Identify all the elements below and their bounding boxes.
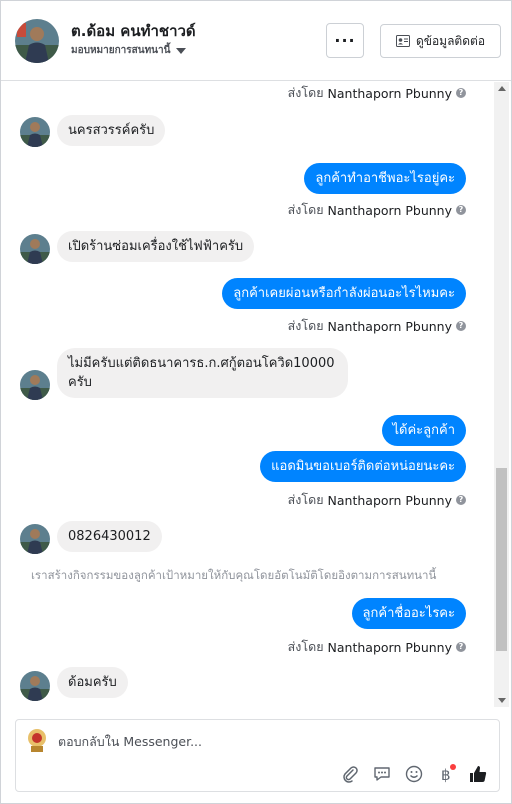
incoming-message[interactable]: นครสวรรค์ครับ: [57, 115, 166, 146]
message-list: ส่งโดย Nanthaporn Pbunny ? นครสวรรค์ครับ…: [1, 82, 493, 707]
help-icon[interactable]: ?: [456, 205, 466, 215]
message-list-scrollbar[interactable]: [494, 82, 509, 707]
view-contact-info-button[interactable]: ดูข้อมูลติดต่อ: [380, 24, 501, 58]
contact-avatar-small: [20, 524, 50, 554]
contact-avatar-small: [20, 234, 50, 264]
help-icon[interactable]: ?: [456, 321, 466, 331]
sender-name[interactable]: Nanthaporn Pbunny: [328, 493, 452, 508]
conversation-header: ต.ด้อม คนทำชาวด์ มอบหมายการสนทนานี้ ··· …: [1, 1, 511, 81]
sent-by-line: ส่งโดย Nanthaporn Pbunny ?: [288, 316, 466, 336]
sender-name[interactable]: Nanthaporn Pbunny: [328, 640, 452, 655]
more-options-button[interactable]: ···: [326, 23, 364, 58]
scroll-thumb[interactable]: [496, 468, 507, 651]
sent-by-prefix: ส่งโดย: [287, 492, 324, 507]
contact-avatar-small: [20, 370, 50, 400]
scroll-up-arrow-icon[interactable]: [498, 86, 506, 91]
system-note: เราสร้างกิจกรรมของลูกค้าเป้าหมายให้กับคุ…: [31, 568, 437, 582]
outgoing-message[interactable]: แอดมินขอเบอร์ติดต่อหน่อยนะคะ: [260, 451, 466, 482]
help-icon[interactable]: ?: [456, 495, 466, 505]
contact-name: ต.ด้อม คนทำชาวด์: [71, 22, 196, 40]
incoming-message[interactable]: 0826430012: [57, 521, 162, 552]
assign-conversation-label: มอบหมายการสนทนานี้: [71, 45, 171, 56]
contact-avatar-small: [20, 671, 50, 701]
message-line: ครับ: [68, 375, 92, 390]
notification-dot: [450, 764, 456, 770]
incoming-message[interactable]: เปิดร้านซ่อมเครื่องใช้ไฟฟ้าครับ: [57, 231, 255, 262]
sent-by-line: ส่งโดย Nanthaporn Pbunny ?: [288, 637, 466, 657]
scroll-down-arrow-icon[interactable]: [498, 698, 506, 703]
sender-name[interactable]: Nanthaporn Pbunny: [328, 203, 452, 218]
sent-by-prefix: ส่งโดย: [287, 318, 324, 333]
help-icon[interactable]: ?: [456, 88, 466, 98]
emoji-icon[interactable]: [404, 764, 424, 784]
sent-by-line: ส่งโดย Nanthaporn Pbunny ?: [288, 200, 466, 220]
paperclip-icon[interactable]: [340, 764, 360, 784]
help-icon[interactable]: ?: [456, 642, 466, 652]
contact-avatar-small: [20, 117, 50, 147]
view-contact-info-label: ดูข้อมูลติดต่อ: [415, 33, 486, 48]
sent-by-prefix: ส่งโดย: [287, 202, 324, 217]
outgoing-message[interactable]: ลูกค้าเคยผ่อนหรือกำลังผ่อนอะไรไหมคะ: [222, 278, 466, 309]
svg-text:฿: ฿: [441, 766, 451, 783]
outgoing-message[interactable]: ลูกค้าชื่ออะไรคะ: [351, 598, 466, 629]
incoming-message[interactable]: ไม่มีครับแต่ติดธนาคารธ.ก.ศกู้ตอนโควิด100…: [57, 348, 348, 398]
incoming-message[interactable]: ด้อมครับ: [57, 667, 128, 698]
sent-by-prefix: ส่งโดย: [287, 639, 324, 654]
sender-name[interactable]: Nanthaporn Pbunny: [328, 319, 452, 334]
sent-by-line: ส่งโดย Nanthaporn Pbunny ?: [288, 83, 466, 103]
payment-icon[interactable]: ฿: [436, 764, 456, 784]
reply-input[interactable]: [58, 734, 358, 749]
contact-avatar[interactable]: [15, 19, 59, 63]
sent-by-line: ส่งโดย Nanthaporn Pbunny ?: [288, 490, 466, 510]
chevron-down-icon: [176, 47, 187, 54]
inbox-conversation-panel: ต.ด้อม คนทำชาวด์ มอบหมายการสนทนานี้ ··· …: [0, 0, 512, 804]
message-line: ไม่มีครับแต่ติดธนาคารธ.ก.ศกู้ตอนโควิด100…: [68, 356, 335, 371]
reply-composer: ฿: [15, 719, 500, 792]
sent-by-prefix: ส่งโดย: [287, 85, 324, 100]
like-icon[interactable]: [468, 764, 488, 784]
outgoing-message[interactable]: ลูกค้าทำอาชีพอะไรอยู่คะ: [304, 163, 466, 194]
outgoing-message[interactable]: ได้ค่ะลูกค้า: [381, 415, 466, 446]
sender-name[interactable]: Nanthaporn Pbunny: [328, 86, 452, 101]
page-avatar: [25, 728, 49, 754]
quick-reply-icon[interactable]: [372, 764, 392, 784]
assign-conversation-dropdown[interactable]: มอบหมายการสนทนานี้: [71, 43, 187, 58]
more-options-label: ···: [334, 31, 356, 50]
contact-card-icon: [395, 35, 410, 47]
